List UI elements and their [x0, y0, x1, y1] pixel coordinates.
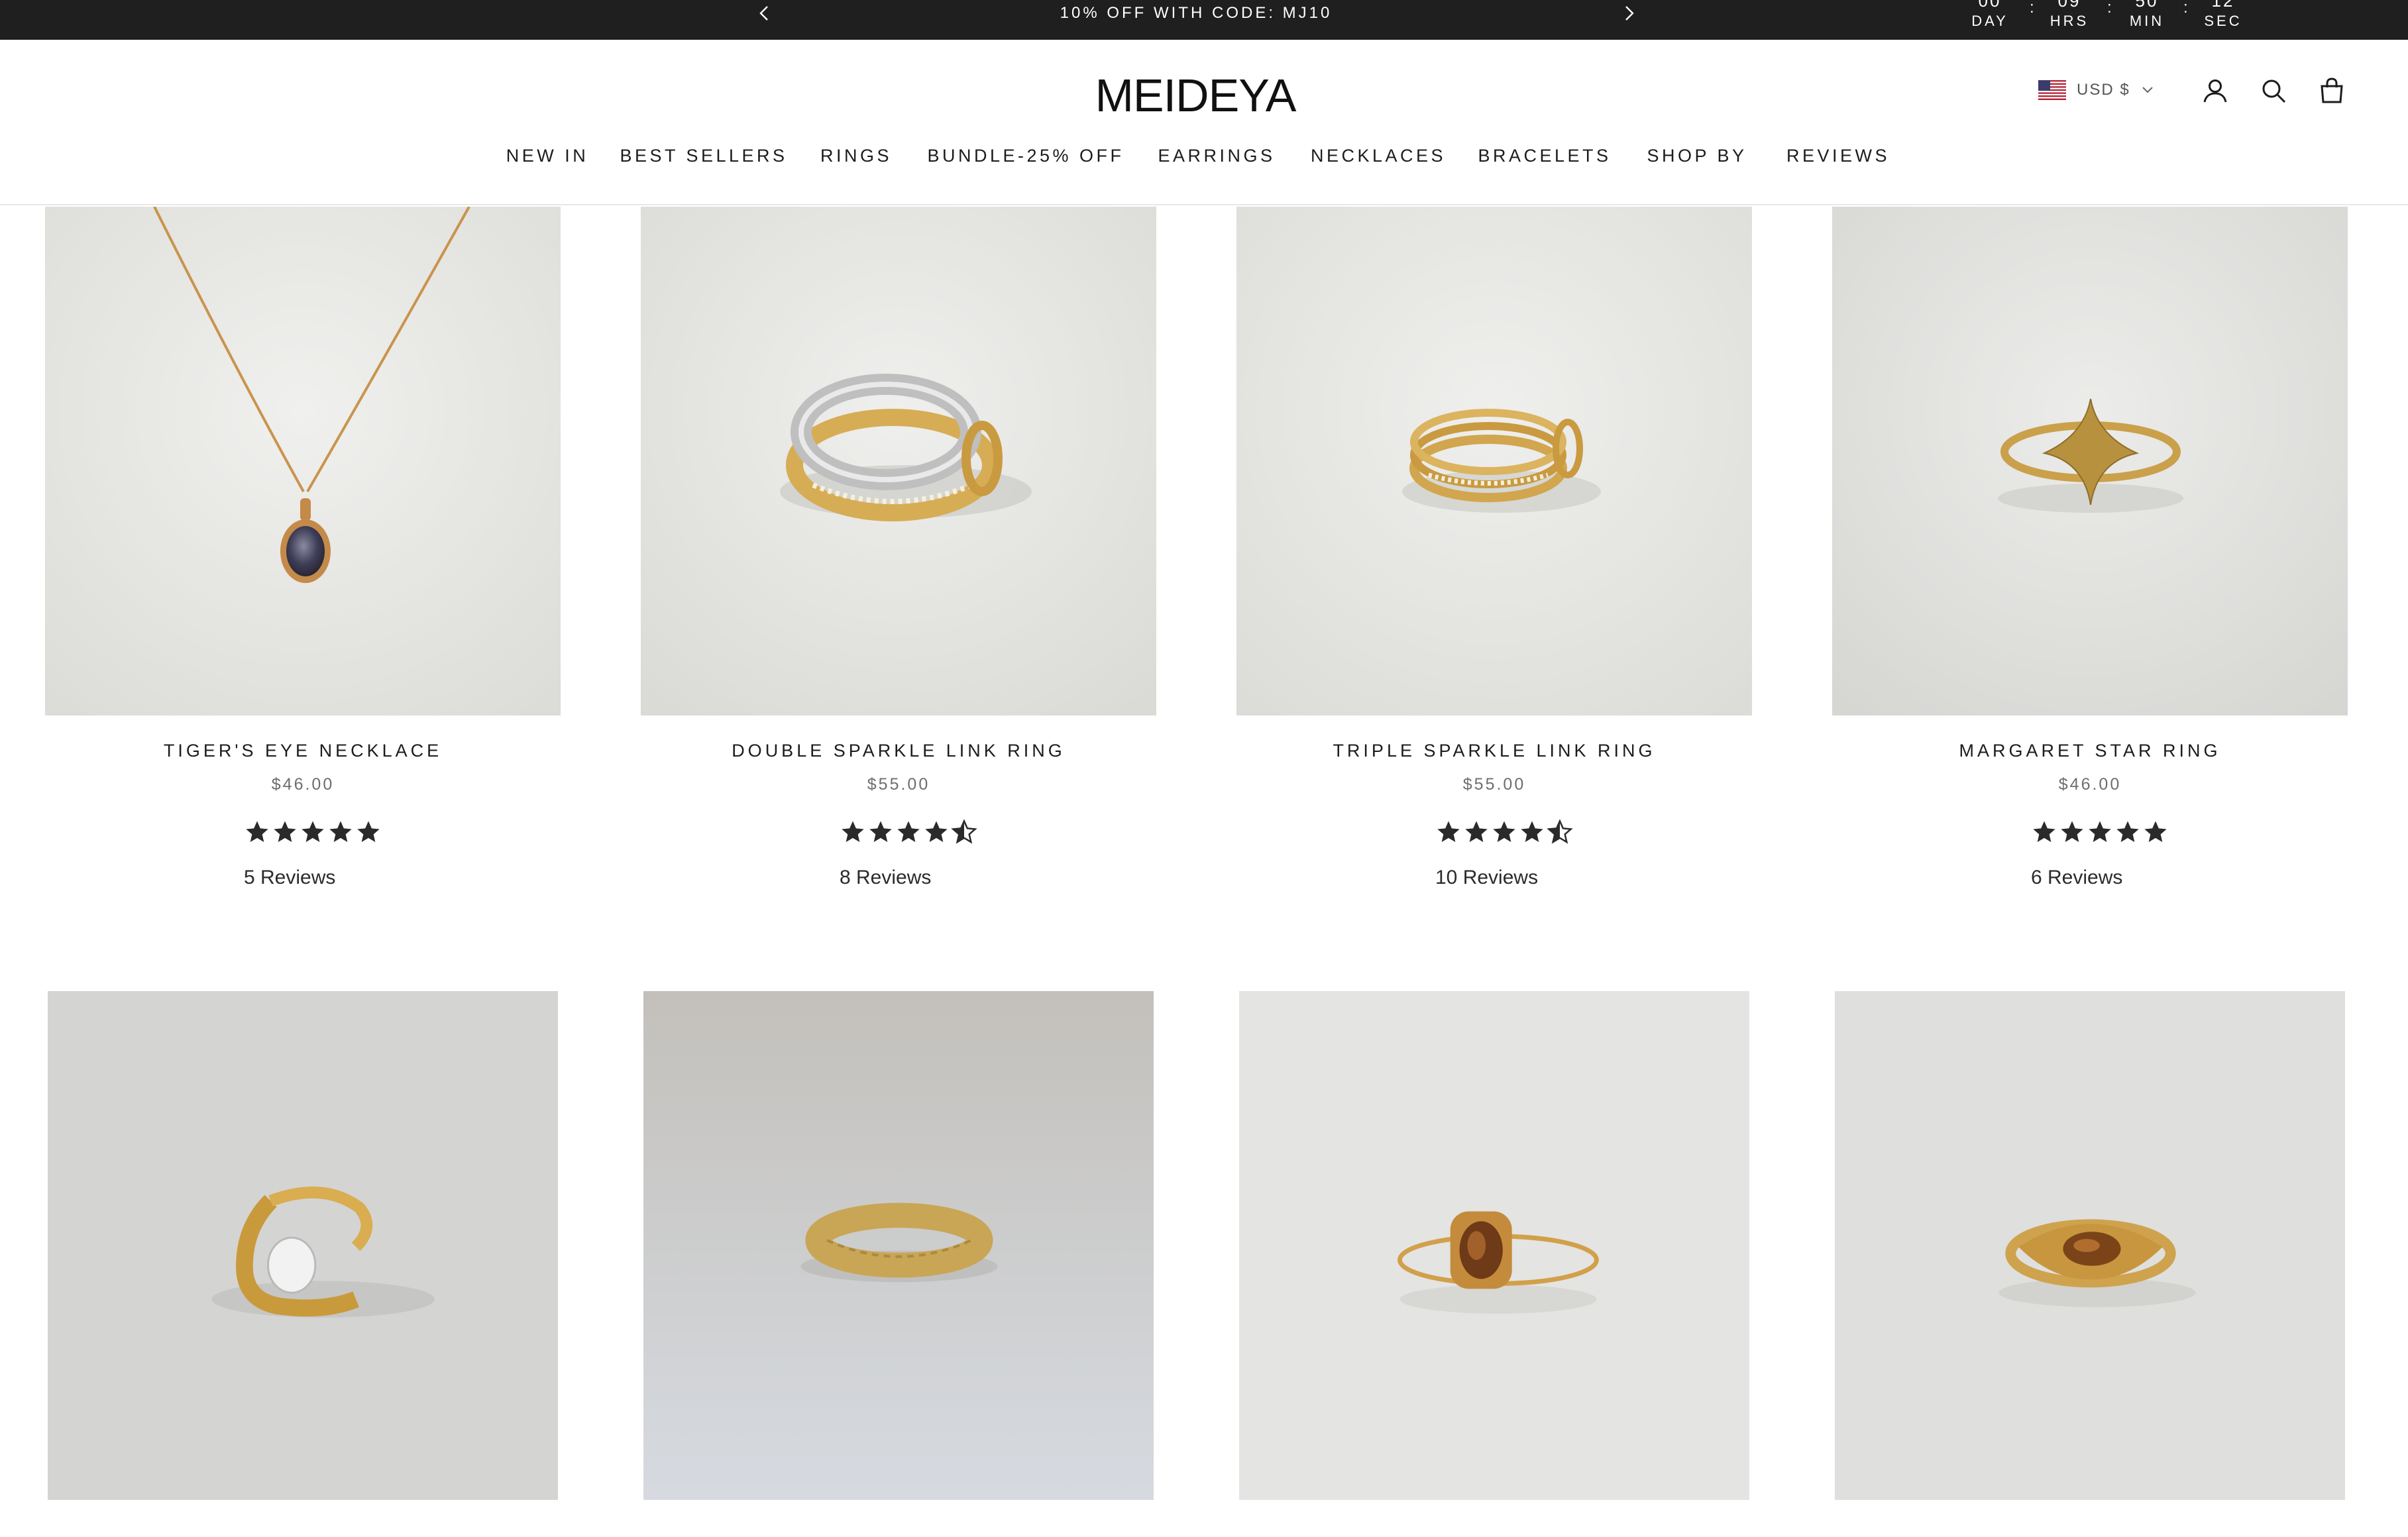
star-full-icon [1437, 821, 1460, 842]
cart-icon[interactable] [2317, 76, 2347, 106]
currency-selector[interactable]: USD $ [2038, 77, 2154, 103]
product-price: $55.00 [867, 775, 930, 794]
nav-bracelets[interactable]: BRACELETS [1478, 146, 1611, 166]
account-icon[interactable] [2200, 76, 2230, 106]
countdown-minutes-label: MIN [2129, 13, 2165, 29]
nav-bundle[interactable]: BUNDLE-25% OFF [927, 146, 1124, 166]
countdown-hours: 09 HRS [2040, 0, 2099, 30]
star-full-icon [2061, 821, 2083, 842]
star-full-icon [357, 821, 380, 842]
product-price: $46.00 [271, 775, 335, 794]
star-full-icon [2116, 821, 2139, 842]
nav-necklaces[interactable]: NECKLACES [1311, 146, 1446, 166]
announcement-prev-arrow-icon[interactable] [754, 3, 775, 24]
product-image-necklace[interactable] [45, 207, 561, 716]
star-full-icon [329, 821, 352, 842]
main-navigation: NEW IN BEST SELLERS RINGS BUNDLE-25% OFF… [0, 146, 2408, 172]
product-title[interactable]: TIGER'S EYE NECKLACE [45, 741, 561, 761]
currency-label: USD $ [2077, 81, 2130, 99]
announcement-bar: 10% OFF WITH CODE: MJ10 00 DAY : 09 HRS … [0, 0, 2408, 40]
star-full-icon [274, 821, 296, 842]
review-count-link[interactable]: 10 Reviews [1435, 867, 1538, 889]
star-full-icon [246, 821, 268, 842]
announcement-message: 10% OFF WITH CODE: MJ10 [1060, 4, 1333, 22]
countdown-separator: : [2030, 0, 2034, 17]
countdown-seconds-value: 12 [2211, 0, 2235, 11]
star-full-icon [842, 821, 864, 842]
countdown-day-value: 00 [1978, 0, 2002, 11]
star-full-icon [925, 821, 948, 842]
nav-shop-by[interactable]: SHOP BY [1647, 146, 1747, 166]
search-icon[interactable] [2258, 76, 2289, 106]
product-title[interactable]: MARGARET STAR RING [1832, 741, 2348, 761]
nav-rings[interactable]: RINGS [820, 146, 892, 166]
rating-stars [840, 819, 977, 845]
star-full-icon [897, 821, 920, 842]
rating-stars [1435, 819, 1573, 845]
review-count-link[interactable]: 5 Reviews [244, 867, 335, 889]
countdown-seconds: 12 SEC [2193, 0, 2253, 30]
star-half-icon [1547, 819, 1573, 844]
star-full-icon [2089, 821, 2111, 842]
countdown-hours-label: HRS [2050, 13, 2089, 29]
review-count-link[interactable]: 8 Reviews [840, 867, 931, 889]
countdown-day: 00 DAY [1960, 0, 2020, 30]
product-price: $46.00 [2058, 775, 2122, 794]
countdown-separator: : [2107, 0, 2112, 17]
nav-best-sellers[interactable]: BEST SELLERS [620, 146, 787, 166]
star-full-icon [869, 821, 892, 842]
nav-new-in[interactable]: NEW IN [506, 146, 589, 166]
product-title[interactable]: TRIPLE SPARKLE LINK RING [1236, 741, 1752, 761]
product-image-ring[interactable] [641, 207, 1156, 716]
countdown-minutes: 50 MIN [2117, 0, 2177, 30]
countdown-hours-value: 09 [2057, 0, 2081, 11]
product-image-ring[interactable] [45, 991, 561, 1505]
nav-reviews[interactable]: REVIEWS [1786, 146, 1890, 166]
countdown-seconds-label: SEC [2204, 13, 2242, 29]
star-full-icon [301, 821, 324, 842]
product-image-ring[interactable] [1236, 991, 1752, 1505]
star-half-icon [951, 819, 977, 844]
star-full-icon [2144, 821, 2167, 842]
countdown-separator: : [2183, 0, 2188, 17]
us-flag-icon [2038, 80, 2066, 100]
site-header: MEIDEYA USD $ NEW IN BEST SELLERS RINGS … [0, 40, 2408, 205]
product-title[interactable]: DOUBLE SPARKLE LINK RING [641, 741, 1156, 761]
product-price: $55.00 [1462, 775, 1526, 794]
brand-logo[interactable]: MEIDEYA [1095, 69, 1297, 122]
review-count-link[interactable]: 6 Reviews [2031, 867, 2122, 889]
product-image-ring[interactable] [1236, 207, 1752, 716]
star-full-icon [1465, 821, 1488, 842]
star-full-icon [2033, 821, 2055, 842]
product-image-ring[interactable] [641, 991, 1156, 1505]
product-image-ring[interactable] [1832, 207, 2348, 716]
nav-earrings[interactable]: EARRINGS [1158, 146, 1275, 166]
product-image-ring[interactable] [1832, 991, 2348, 1505]
rating-stars [2031, 819, 2169, 845]
announcement-next-arrow-icon[interactable] [1618, 3, 1639, 24]
chevron-down-icon [2141, 85, 2154, 95]
star-full-icon [1493, 821, 1515, 842]
countdown-minutes-value: 50 [2135, 0, 2159, 11]
rating-stars [244, 819, 382, 845]
star-full-icon [1521, 821, 1543, 842]
countdown-day-label: DAY [1971, 13, 2008, 29]
